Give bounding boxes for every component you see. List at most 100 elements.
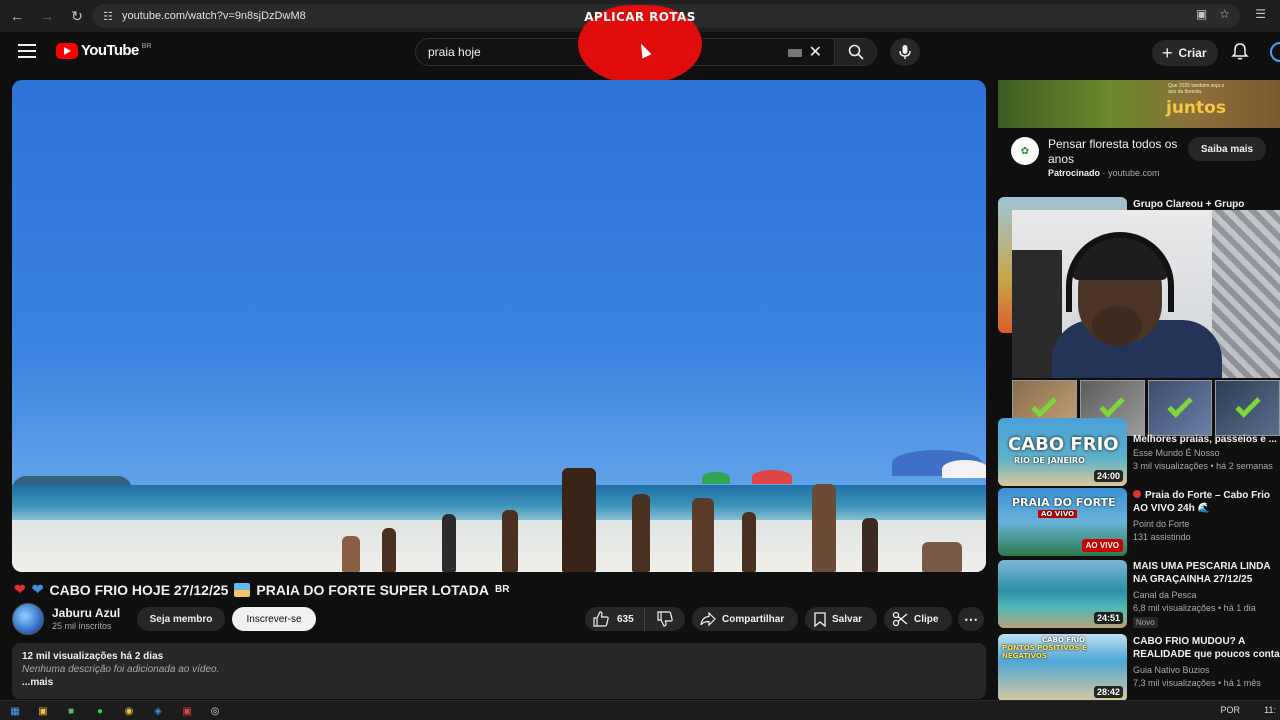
live-dot-icon bbox=[1133, 490, 1141, 498]
notifications-bell-icon[interactable] bbox=[1230, 42, 1250, 62]
store-icon[interactable]: ■ bbox=[64, 704, 78, 718]
ad-banner-image[interactable]: Que 2026 também seja o ano da floresta. … bbox=[998, 80, 1280, 128]
recommendation-thumbnail[interactable]: PRAIA DO FORTE AO VIVO AO VIVO bbox=[998, 488, 1127, 556]
wall-pattern bbox=[1212, 210, 1280, 378]
video-duration: 28:42 bbox=[1093, 686, 1123, 698]
recommendation-thumbnail[interactable]: CABO FRIO PONTOS POSITIVOS E NEGATIVOS 2… bbox=[998, 634, 1127, 702]
cast-icon[interactable]: ▣ bbox=[1196, 7, 1207, 21]
spotify-icon[interactable]: ● bbox=[93, 704, 107, 718]
subscriber-count: 25 mil inscritos bbox=[52, 621, 112, 631]
channel-avatar[interactable] bbox=[12, 603, 44, 635]
create-button[interactable]: + Criar bbox=[1152, 40, 1218, 66]
clip-label: Clipe bbox=[914, 613, 939, 625]
thumbnail-subtext: AO VIVO bbox=[1038, 510, 1078, 518]
clear-search-icon[interactable]: ✕ bbox=[809, 42, 822, 62]
beach-crowd bbox=[342, 460, 986, 572]
recommendation-thumbnail[interactable]: 24:51 bbox=[998, 560, 1127, 628]
youtube-logo[interactable]: YouTube BR bbox=[56, 42, 151, 59]
like-count: 635 bbox=[617, 613, 634, 625]
recommendation-title[interactable]: MAIS UMA PESCARIA LINDA bbox=[1133, 560, 1280, 573]
keyboard-icon[interactable] bbox=[788, 49, 802, 57]
bookmark-star-icon[interactable]: ☆ bbox=[1219, 7, 1230, 21]
search-query[interactable]: praia hoje bbox=[428, 45, 481, 59]
recommendation-title-line2[interactable]: AO VIVO 24h 🌊 bbox=[1133, 502, 1280, 515]
streamer-webcam-overlay bbox=[1012, 210, 1280, 378]
plus-icon: + bbox=[1162, 43, 1173, 63]
thumbs-up-icon bbox=[593, 611, 609, 627]
share-arrow-icon bbox=[700, 612, 716, 626]
recommendation-thumbnail[interactable]: CABO FRIO RIO DE JANEIRO 24:00 bbox=[998, 418, 1127, 486]
show-more-link[interactable]: ...mais bbox=[22, 677, 976, 688]
recording-app-icon[interactable]: ▣ bbox=[180, 704, 194, 718]
video-title-part2: PRAIA DO FORTE SUPER LOTADA bbox=[256, 581, 489, 598]
description-box[interactable]: 12 mil visualizações há 2 dias Nenhuma d… bbox=[12, 643, 986, 699]
share-button[interactable]: Compartilhar bbox=[692, 607, 798, 631]
chrome-icon[interactable]: ◉ bbox=[122, 704, 136, 718]
youtube-play-icon bbox=[56, 42, 78, 59]
headset-icon bbox=[1066, 232, 1174, 312]
back-arrow-icon[interactable]: ← bbox=[4, 3, 30, 29]
reading-list-icon[interactable]: ☰ bbox=[1255, 7, 1266, 21]
file-explorer-icon[interactable]: ▣ bbox=[36, 704, 50, 718]
join-membership-button[interactable]: Seja membro bbox=[137, 607, 225, 631]
logo-wordmark: YouTube bbox=[81, 42, 139, 59]
recommendation-channel[interactable]: Canal da Pesca bbox=[1133, 590, 1280, 600]
search-icon bbox=[848, 44, 864, 60]
recommendation-title[interactable]: Praia do Forte – Cabo Frio bbox=[1133, 489, 1280, 502]
create-label: Criar bbox=[1178, 46, 1207, 60]
description-text: Nenhuma descrição foi adicionada ao víde… bbox=[22, 664, 220, 675]
taskbar-clock[interactable]: 11: bbox=[1264, 705, 1276, 715]
dislike-button[interactable] bbox=[645, 611, 685, 627]
windows-start-icon[interactable]: ▦ bbox=[8, 704, 22, 718]
menu-icon[interactable] bbox=[18, 44, 36, 58]
search-button[interactable] bbox=[835, 38, 877, 66]
account-avatar[interactable] bbox=[1270, 42, 1280, 62]
obs-icon[interactable]: ◎ bbox=[208, 704, 222, 718]
recommendation-title[interactable]: CABO FRIO MUDOU? A bbox=[1133, 635, 1280, 648]
app-icon[interactable]: ◈ bbox=[151, 704, 165, 718]
more-actions-button[interactable]: ⋯ bbox=[958, 607, 984, 631]
recommendation-title[interactable]: Melhores praias, passeios e ... bbox=[1133, 433, 1280, 446]
thumbnail-subtext: PONTOS POSITIVOS E NEGATIVOS bbox=[1002, 644, 1087, 660]
video-duration: 24:51 bbox=[1093, 612, 1123, 624]
bookmark-icon bbox=[814, 611, 826, 627]
streamer-hand bbox=[1092, 306, 1142, 346]
reload-icon[interactable]: ↻ bbox=[64, 3, 90, 29]
recommendation-channel[interactable]: Point do Forte bbox=[1133, 519, 1280, 529]
language-indicator[interactable]: POR bbox=[1220, 705, 1240, 715]
recommendation-title-line2[interactable]: NA GRAÇAINHA 27/12/25 bbox=[1133, 573, 1280, 586]
beach-umbrella-icon bbox=[234, 582, 251, 597]
site-info-icon[interactable]: ☷ bbox=[100, 8, 116, 24]
learn-more-button[interactable]: Saiba mais bbox=[1188, 137, 1266, 161]
windows-taskbar: ▦ ▣ ■ ● ◉ ◈ ▣ ◎ POR 11: bbox=[0, 700, 1280, 720]
forward-arrow-icon[interactable]: → bbox=[34, 3, 60, 29]
microphone-icon bbox=[899, 45, 911, 59]
voice-search-button[interactable] bbox=[890, 38, 920, 66]
recommendation-title-line2[interactable]: REALIDADE que poucos contam bbox=[1133, 648, 1280, 661]
video-title: ❤ ❤ CABO FRIO HOJE 27/12/25 PRAIA DO FOR… bbox=[14, 581, 509, 598]
ad-banner-headline: juntos bbox=[1166, 98, 1226, 118]
thumbnail-text: CABO FRIO bbox=[1008, 434, 1119, 455]
video-player[interactable] bbox=[12, 80, 986, 572]
clip-button[interactable]: Clipe bbox=[884, 607, 952, 631]
save-button[interactable]: Salvar bbox=[805, 607, 877, 631]
thumbs-down-icon bbox=[657, 611, 673, 627]
sponsored-label: Patrocinado bbox=[1048, 168, 1101, 178]
check-tile bbox=[1147, 380, 1213, 436]
like-button[interactable]: 635 bbox=[585, 607, 645, 631]
overlay-badge-text: APLICAR ROTAS bbox=[584, 10, 696, 24]
subscribe-button[interactable]: Inscrever-se bbox=[232, 607, 316, 631]
recommendation-stats: 7,3 mil visualizações • há 1 mês bbox=[1133, 678, 1261, 688]
recommendation-channel[interactable]: Guia Nativo Búzios bbox=[1133, 665, 1280, 675]
recommendation-channel[interactable]: Esse Mundo É Nosso bbox=[1133, 448, 1280, 458]
thumbnail-subtext: RIO DE JANEIRO bbox=[1014, 456, 1085, 465]
advertiser-logo-icon[interactable]: ✿ bbox=[1011, 137, 1039, 165]
ad-title[interactable]: Pensar floresta todos os anos bbox=[1048, 137, 1178, 167]
more-horizontal-icon: ⋯ bbox=[964, 610, 978, 627]
thumbnail-text: CABO FRIO bbox=[1042, 636, 1086, 644]
ad-sponsored-line: Patrocinado · youtube.com bbox=[1048, 168, 1160, 178]
url-text[interactable]: youtube.com/watch?v=9n8sjDzDwM8 bbox=[122, 10, 306, 22]
red-heart-icon: ❤ bbox=[14, 581, 26, 597]
recommendation-stats: 131 assistindo bbox=[1133, 532, 1191, 542]
channel-name[interactable]: Jaburu Azul bbox=[52, 606, 120, 620]
